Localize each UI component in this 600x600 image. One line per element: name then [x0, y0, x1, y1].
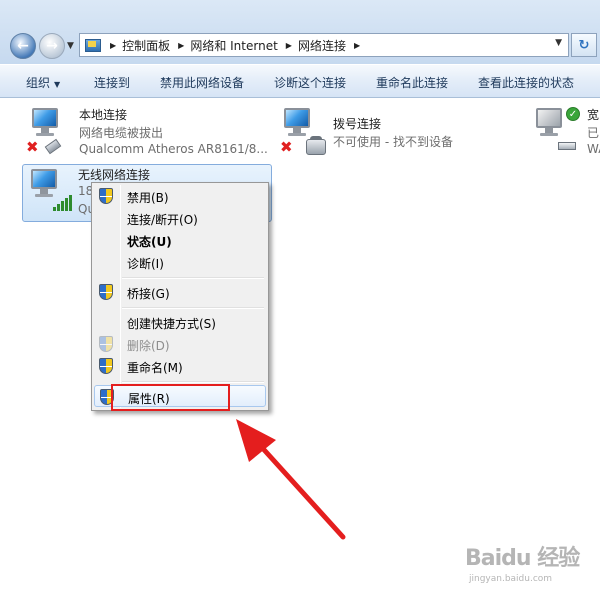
watermark-main-text: Baidu 经验 [465, 546, 580, 571]
annotation-arrow [236, 419, 346, 540]
baidu-jingyan-watermark: Baidu 经验 jingyan.baidu.com [465, 540, 595, 592]
watermark-url-text: jingyan.baidu.com [469, 574, 553, 584]
arrow-shaft [254, 439, 346, 540]
